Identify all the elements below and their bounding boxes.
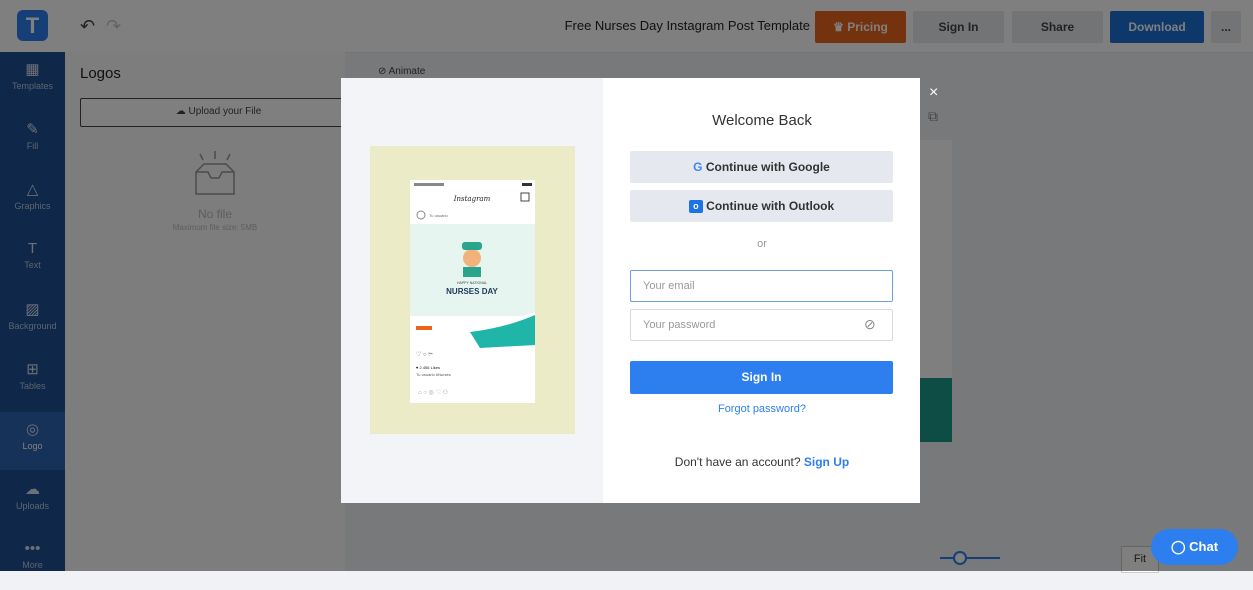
preview-caption: Tu usuario #Nurses	[416, 372, 451, 377]
password-field[interactable]	[630, 309, 893, 341]
signin-submit-button[interactable]: Sign In	[630, 361, 893, 394]
instagram-post-mockup: Instagram Tu usuario HAPPY NATIONAL NURS…	[410, 180, 535, 403]
or-divider: or	[757, 238, 767, 250]
continue-with-outlook-button[interactable]: o Continue with Outlook	[630, 190, 893, 222]
chat-label: Chat	[1189, 539, 1219, 554]
close-icon[interactable]: ×	[929, 84, 938, 102]
svg-text:♡ ○ ⌲: ♡ ○ ⌲	[416, 351, 433, 358]
outlook-icon: o	[688, 200, 703, 214]
preview-banner-top: HAPPY NATIONAL	[457, 281, 487, 285]
forgot-password-link[interactable]: Forgot password?	[604, 403, 920, 415]
preview-app-name: Instagram	[453, 195, 491, 203]
google-icon: G	[693, 160, 703, 174]
svg-text:⌂ ○ ◎ ♡ ⚇: ⌂ ○ ◎ ♡ ⚇	[418, 389, 448, 396]
continue-with-google-button[interactable]: G Continue with Google	[630, 151, 893, 183]
google-label: Continue with Google	[705, 160, 830, 174]
no-account-text: Don't have an account?	[674, 455, 801, 469]
preview-banner-title: NURSES DAY	[446, 287, 498, 296]
preview-likes: ♥ 2.456 Likes	[416, 365, 440, 370]
chat-button[interactable]: ◯ Chat	[1151, 529, 1238, 565]
email-field[interactable]	[630, 270, 893, 302]
chat-bubble-icon: ◯	[1170, 539, 1186, 554]
outlook-label: Continue with Outlook	[706, 199, 835, 213]
signup-prompt: Don't have an account? Sign Up	[604, 455, 920, 469]
preview-account: Tu usuario	[429, 213, 449, 218]
signup-link[interactable]: Sign Up	[804, 455, 849, 469]
modal-title: Welcome Back	[712, 112, 812, 129]
hide-password-icon[interactable]: ⊘	[864, 316, 876, 333]
